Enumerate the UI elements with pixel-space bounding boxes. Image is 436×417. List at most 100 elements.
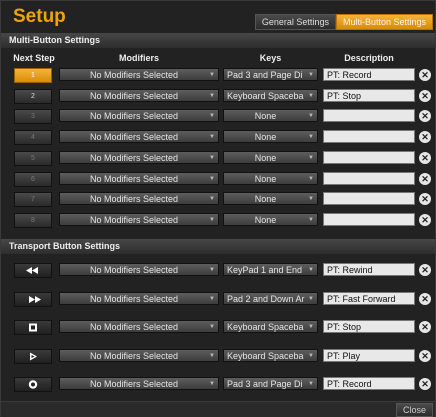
description-field[interactable]: PT: Record [323, 68, 415, 81]
clear-icon[interactable]: ✕ [419, 321, 431, 333]
transport-section-header: Transport Button Settings [1, 239, 435, 254]
chevron-down-icon: ▼ [308, 175, 314, 182]
tab-multi-button-settings[interactable]: Multi-Button Settings [335, 14, 433, 30]
chevron-down-icon: ▼ [308, 92, 314, 99]
keys-dropdown[interactable]: None ▼ [223, 130, 318, 144]
keys-dropdown-value: Pad 2 and Down Ar [227, 293, 305, 304]
modifiers-dropdown-value: No Modifiers Selected [89, 350, 179, 361]
description-field[interactable] [323, 109, 415, 123]
next-step-button[interactable]: 2 [14, 88, 52, 104]
transport-button[interactable] [14, 320, 52, 335]
description-field[interactable]: PT: Rewind [323, 263, 415, 276]
modifiers-dropdown-value: No Modifiers Selected [89, 265, 179, 275]
close-button[interactable]: Close [395, 403, 433, 417]
fast-forward-icon [29, 295, 41, 303]
description-field[interactable]: PT: Stop [323, 88, 415, 102]
clear-icon[interactable]: ✕ [419, 172, 431, 185]
keys-dropdown[interactable]: None ▼ [223, 171, 318, 185]
keys-dropdown[interactable]: None ▼ [223, 109, 318, 123]
clear-icon[interactable]: ✕ [419, 292, 431, 305]
description-field[interactable]: PT: Play [323, 348, 415, 362]
modifiers-dropdown[interactable]: No Modifiers Selected ▼ [59, 348, 219, 362]
description-field[interactable] [323, 192, 415, 206]
modifiers-dropdown[interactable]: No Modifiers Selected ▼ [59, 263, 219, 276]
modifiers-dropdown-value: No Modifiers Selected [89, 70, 179, 80]
modifiers-dropdown[interactable]: No Modifiers Selected ▼ [59, 109, 219, 123]
modifiers-dropdown[interactable]: No Modifiers Selected ▼ [59, 171, 219, 185]
clear-icon[interactable]: ✕ [419, 213, 431, 226]
keys-dropdown[interactable]: Pad 3 and Page Di ▼ [223, 377, 318, 390]
next-step-button[interactable]: 5 [14, 150, 52, 166]
modifiers-dropdown-value: No Modifiers Selected [89, 322, 179, 332]
keys-dropdown-value: None [254, 214, 277, 225]
transport-button[interactable] [14, 377, 52, 392]
keys-dropdown-value: Keyboard Spaceba [227, 350, 304, 361]
keys-dropdown-value: KeyPad 1 and End [227, 265, 303, 275]
modifiers-dropdown[interactable]: No Modifiers Selected ▼ [59, 291, 219, 305]
keys-dropdown[interactable]: KeyPad 1 and End ▼ [223, 263, 318, 276]
next-step-button[interactable]: 6 [14, 171, 52, 187]
transport-button[interactable] [14, 291, 52, 307]
modifiers-dropdown[interactable]: No Modifiers Selected ▼ [59, 192, 219, 206]
clear-icon[interactable]: ✕ [419, 89, 431, 102]
next-step-button[interactable]: 7 [14, 192, 52, 208]
keys-dropdown[interactable]: Pad 3 and Page Di ▼ [223, 68, 318, 81]
clear-icon[interactable]: ✕ [419, 193, 431, 206]
clear-icon[interactable]: ✕ [419, 69, 431, 81]
transport-button[interactable] [14, 263, 52, 278]
clear-icon[interactable]: ✕ [419, 264, 431, 276]
keys-dropdown[interactable]: None ▼ [223, 192, 318, 206]
keys-dropdown-value: Pad 3 and Page Di [227, 379, 303, 389]
chevron-down-icon: ▼ [209, 175, 215, 182]
chevron-down-icon: ▼ [308, 113, 314, 120]
keys-dropdown[interactable]: Keyboard Spaceba ▼ [223, 88, 318, 102]
keys-dropdown[interactable]: None ▼ [223, 150, 318, 164]
clear-icon[interactable]: ✕ [419, 151, 431, 164]
clear-icon[interactable]: ✕ [419, 349, 431, 362]
keys-dropdown[interactable]: Keyboard Spaceba ▼ [223, 348, 318, 362]
chevron-down-icon: ▼ [308, 267, 314, 273]
chevron-down-icon: ▼ [308, 352, 314, 359]
clear-icon[interactable]: ✕ [419, 131, 431, 144]
tab-general-settings[interactable]: General Settings [254, 14, 336, 30]
next-step-button[interactable]: 8 [14, 212, 52, 228]
next-step-button[interactable]: 1 [14, 68, 52, 83]
keys-dropdown[interactable]: Keyboard Spaceba ▼ [223, 320, 318, 333]
modifiers-dropdown-value: No Modifiers Selected [89, 293, 179, 304]
chevron-down-icon: ▼ [209, 216, 215, 223]
description-field[interactable] [323, 130, 415, 144]
modifiers-dropdown-value: No Modifiers Selected [89, 152, 179, 163]
chevron-down-icon: ▼ [209, 113, 215, 120]
tab-bar: General Settings Multi-Button Settings [254, 14, 433, 30]
modifiers-dropdown[interactable]: No Modifiers Selected ▼ [59, 130, 219, 144]
keys-dropdown-value: Keyboard Spaceba [227, 322, 304, 332]
column-header-modifiers: Modifiers [118, 53, 159, 63]
description-field[interactable] [323, 150, 415, 164]
record-icon [28, 380, 38, 389]
keys-dropdown[interactable]: None ▼ [223, 212, 318, 226]
transport-button[interactable] [14, 348, 52, 364]
modifiers-dropdown[interactable]: No Modifiers Selected ▼ [59, 377, 219, 390]
chevron-down-icon: ▼ [209, 72, 215, 78]
chevron-down-icon: ▼ [308, 134, 314, 141]
rewind-icon [26, 267, 38, 274]
chevron-down-icon: ▼ [308, 295, 314, 302]
clear-icon[interactable]: ✕ [419, 110, 431, 123]
description-field[interactable] [323, 171, 415, 185]
description-field[interactable] [323, 212, 415, 226]
modifiers-dropdown[interactable]: No Modifiers Selected ▼ [59, 150, 219, 164]
description-field[interactable]: PT: Stop [323, 320, 415, 333]
next-step-button[interactable]: 4 [14, 130, 52, 146]
modifiers-dropdown[interactable]: No Modifiers Selected ▼ [59, 88, 219, 102]
description-field[interactable]: PT: Fast Forward [323, 291, 415, 305]
modifiers-dropdown-value: No Modifiers Selected [89, 111, 179, 122]
modifiers-dropdown[interactable]: No Modifiers Selected ▼ [59, 320, 219, 333]
keys-dropdown[interactable]: Pad 2 and Down Ar ▼ [223, 291, 318, 305]
next-step-button[interactable]: 3 [14, 109, 52, 125]
chevron-down-icon: ▼ [308, 324, 314, 330]
keys-dropdown-value: None [254, 152, 277, 163]
modifiers-dropdown[interactable]: No Modifiers Selected ▼ [59, 68, 219, 81]
modifiers-dropdown[interactable]: No Modifiers Selected ▼ [59, 212, 219, 226]
description-field[interactable]: PT: Record [323, 377, 415, 390]
clear-icon[interactable]: ✕ [419, 378, 431, 390]
